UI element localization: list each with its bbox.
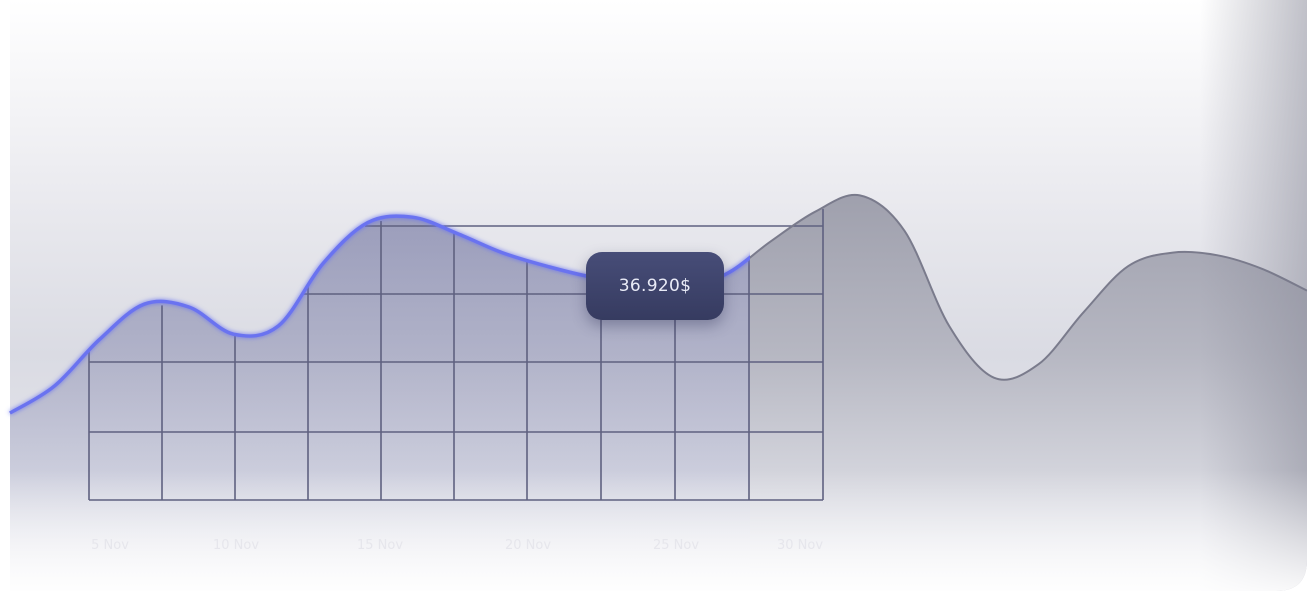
x-tick-label: 15 Nov — [357, 538, 403, 553]
chart-card: 5 Nov 10 Nov 15 Nov 20 Nov 25 Nov 30 Nov 36.9… — [0, 0, 1307, 591]
bottom-fade — [10, 470, 1307, 591]
value-tooltip: 36.920$ — [586, 252, 724, 320]
x-tick-label: 30 Nov — [777, 538, 823, 553]
x-tick-label: 20 Nov — [505, 538, 551, 553]
x-tick-label: 10 Nov — [213, 538, 259, 553]
x-tick-label: 5 Nov — [91, 538, 129, 553]
x-tick-label: 25 Nov — [653, 538, 699, 553]
